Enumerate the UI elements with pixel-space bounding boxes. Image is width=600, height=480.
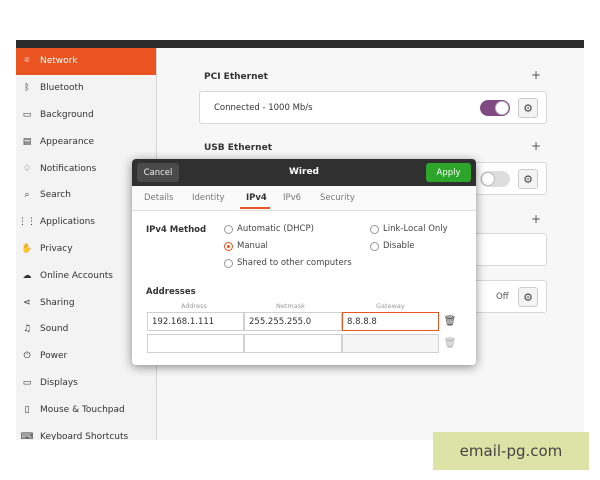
address-field-empty[interactable] <box>147 334 244 353</box>
usb-ethernet-title: USB Ethernet <box>204 143 272 153</box>
radio-automatic-dhcp[interactable]: Automatic (DHCP) <box>224 224 314 234</box>
watermark: email-pg.com <box>433 432 589 470</box>
sidebar-item-bluetooth[interactable]: ᛒ Bluetooth <box>16 75 156 102</box>
sidebar-item-label: Background <box>40 109 94 120</box>
tab-ipv6[interactable]: IPv6 <box>283 193 301 203</box>
gateway-field-empty <box>342 334 439 353</box>
usb-ethernet-toggle[interactable] <box>480 171 510 187</box>
radio-label: Shared to other computers <box>237 258 352 268</box>
trash-icon[interactable]: 🗑 <box>444 315 457 327</box>
sidebar-item-label: Displays <box>40 377 78 388</box>
wired-dialog: Cancel Wired Apply Details Identity IPv4… <box>132 159 476 365</box>
column-header-gateway: Gateway <box>376 302 405 310</box>
proxy-status: Off <box>496 292 509 302</box>
sidebar-item-label: Online Accounts <box>40 270 113 281</box>
tab-security[interactable]: Security <box>320 193 355 203</box>
netmask-field-empty[interactable] <box>244 334 342 353</box>
radio-link-local[interactable]: Link-Local Only <box>370 224 448 234</box>
search-icon: ⌕ <box>24 190 30 201</box>
apply-button[interactable]: Apply <box>426 163 471 182</box>
radio-label: Link-Local Only <box>383 224 448 234</box>
tab-details[interactable]: Details <box>144 193 173 203</box>
sidebar-item-label: Privacy <box>40 243 73 254</box>
addresses-label: Addresses <box>146 287 196 297</box>
gear-icon[interactable]: ⚙ <box>518 287 538 307</box>
sidebar-item-label: Power <box>40 351 68 362</box>
share-icon: ⋖ <box>23 297 31 308</box>
sidebar-item-label: Sound <box>40 324 69 335</box>
radio-shared[interactable]: Shared to other computers <box>224 258 352 268</box>
ipv4-method-label: IPv4 Method <box>146 225 207 235</box>
sidebar-item-label: Bluetooth <box>40 83 84 94</box>
display-icon: ▭ <box>22 377 32 388</box>
netmask-field[interactable]: 255.255.255.0 <box>244 312 342 331</box>
pci-ethernet-card: Connected - 1000 Mb/s ⚙ <box>199 91 547 124</box>
window-top-bar <box>16 40 584 48</box>
sidebar-item-label: Notifications <box>40 163 97 174</box>
sidebar-item-label: Search <box>40 190 71 201</box>
sidebar-item-label: Mouse & Touchpad <box>40 404 125 415</box>
radio-label: Automatic (DHCP) <box>237 224 314 234</box>
radio-circle-icon <box>370 241 379 251</box>
music-icon: ♫ <box>22 324 32 335</box>
sidebar-item-background[interactable]: ▭ Background <box>16 102 156 129</box>
radio-circle-icon <box>370 224 379 234</box>
radio-label: Manual <box>237 241 268 251</box>
add-usb-connection-icon[interactable]: + <box>531 139 541 153</box>
sidebar-item-displays[interactable]: ▭ Displays <box>16 370 156 397</box>
sidebar-item-label: Applications <box>40 217 95 228</box>
bluetooth-icon: ᛒ <box>24 83 30 94</box>
sidebar-item-network[interactable]: ⌾ Network <box>16 48 156 75</box>
gateway-field[interactable]: 8.8.8.8 <box>342 312 439 331</box>
radio-manual[interactable]: Manual <box>224 241 268 251</box>
sidebar-item-keyboard-shortcuts[interactable]: ⌨ Keyboard Shortcuts <box>16 423 156 440</box>
monitor-icon: ▭ <box>22 109 32 120</box>
tab-ipv4[interactable]: IPv4 <box>246 193 267 203</box>
gear-icon[interactable]: ⚙ <box>518 98 538 118</box>
bell-icon: ♢ <box>22 163 32 174</box>
dialog-title: Wired <box>289 167 319 177</box>
pci-ethernet-toggle[interactable] <box>480 100 510 116</box>
pci-connection-status: Connected - 1000 Mb/s <box>214 103 313 113</box>
keyboard-icon: ⌨ <box>20 431 34 440</box>
sidebar-item-appearance[interactable]: ▤ Appearance <box>16 128 156 155</box>
dialog-tabs: Details Identity IPv4 IPv6 Security <box>132 186 476 211</box>
tab-identity[interactable]: Identity <box>192 193 225 203</box>
sidebar-item-label: Appearance <box>40 136 95 147</box>
radio-circle-icon <box>224 224 233 234</box>
hand-icon: ✋ <box>21 243 33 254</box>
network-icon: ⌾ <box>24 56 30 67</box>
sidebar-item-label: Sharing <box>40 297 75 308</box>
add-vpn-icon[interactable]: + <box>531 212 541 226</box>
radio-disable[interactable]: Disable <box>370 241 415 251</box>
sidebar-item-mouse-touchpad[interactable]: ▯ Mouse & Touchpad <box>16 396 156 423</box>
cloud-icon: ☁ <box>22 270 32 281</box>
column-header-netmask: Netmask <box>276 302 305 310</box>
dialog-header: Cancel Wired Apply <box>132 159 476 186</box>
appearance-icon: ▤ <box>22 136 32 147</box>
address-field[interactable]: 192.168.1.111 <box>147 312 244 331</box>
pci-ethernet-title: PCI Ethernet <box>204 72 268 82</box>
grid-icon: ⋮⋮ <box>18 217 36 228</box>
trash-icon: 🗑 <box>443 337 457 349</box>
radio-selected-icon <box>224 241 233 251</box>
mouse-icon: ▯ <box>24 404 30 415</box>
column-header-address: Address <box>181 302 207 310</box>
sidebar-item-label: Keyboard Shortcuts <box>40 431 129 440</box>
radio-label: Disable <box>383 241 415 251</box>
radio-circle-icon <box>224 258 233 268</box>
add-pci-connection-icon[interactable]: + <box>531 68 541 82</box>
gear-icon[interactable]: ⚙ <box>518 169 538 189</box>
sidebar-item-label: Network <box>40 56 78 67</box>
active-tab-indicator <box>240 207 270 209</box>
power-icon: ⏻ <box>23 351 31 362</box>
